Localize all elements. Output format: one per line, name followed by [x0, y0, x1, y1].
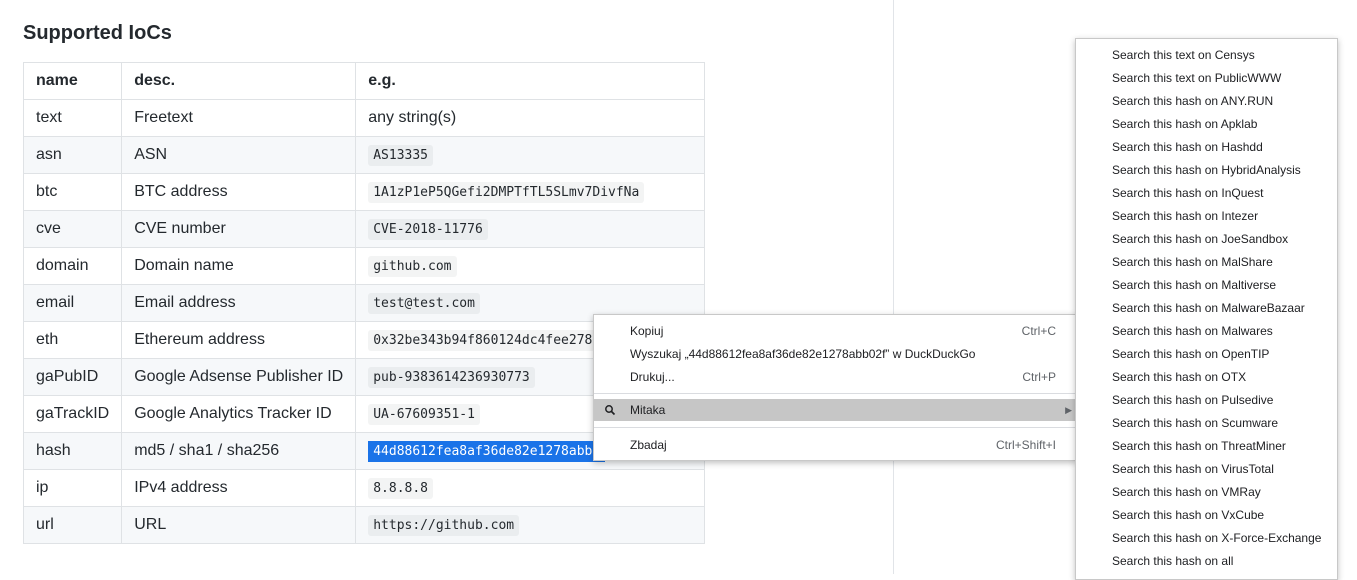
example-code: CVE-2018-11776: [368, 219, 488, 240]
submenu-item[interactable]: Search this hash on VMRay: [1076, 481, 1337, 504]
example-code: 1A1zP1eP5QGefi2DMPTfTL5SLmv7DivfNa: [368, 182, 645, 203]
ioc-name-cell: cve: [22, 210, 123, 248]
context-item-inspect-shortcut: Ctrl+Shift+I: [995, 438, 1056, 452]
submenu-item[interactable]: Search this hash on Apklab: [1076, 113, 1337, 136]
ioc-example-cell: any string(s): [355, 99, 705, 137]
submenu-item[interactable]: Search this hash on HybridAnalysis: [1076, 159, 1337, 182]
context-menu: Kopiuj Ctrl+C Wyszukaj „44d88612fea8af36…: [593, 314, 1077, 461]
table-row: ip IPv4 address 8.8.8.8: [22, 469, 705, 507]
example-code: 0x32be343b94f860124dc4fee278fd: [368, 330, 614, 351]
context-item-inspect-label: Zbadaj: [630, 438, 667, 452]
section-title: Supported IoCs: [23, 22, 172, 44]
context-item-print-shortcut: Ctrl+P: [1022, 370, 1056, 384]
ioc-name-cell: ip: [22, 469, 123, 507]
table-row: asn ASN AS13335: [22, 136, 705, 174]
page-divider: [893, 0, 894, 574]
ioc-desc-cell: Email address: [121, 284, 357, 322]
ioc-example-cell: AS13335: [355, 136, 705, 174]
context-item-search[interactable]: Wyszukaj „44d88612fea8af36de82e1278abb02…: [594, 343, 1076, 365]
ioc-desc-cell: BTC address: [121, 173, 357, 211]
search-icon: [604, 399, 616, 428]
table-header-row: name desc. e.g.: [22, 62, 705, 100]
example-code: https://github.com: [368, 515, 520, 536]
ioc-desc-cell: URL: [121, 506, 357, 544]
ioc-name-cell: hash: [22, 432, 123, 470]
submenu-item[interactable]: Search this text on PublicWWW: [1076, 67, 1337, 90]
example-code: pub-9383614236930773: [368, 367, 535, 388]
context-item-inspect[interactable]: Zbadaj Ctrl+Shift+I: [594, 434, 1076, 456]
context-item-print[interactable]: Drukuj... Ctrl+P: [594, 366, 1076, 388]
ioc-name-cell: gaPubID: [22, 358, 123, 396]
ioc-name-cell: btc: [22, 173, 123, 211]
ioc-desc-cell: md5 / sha1 / sha256: [121, 432, 357, 470]
context-item-copy-label: Kopiuj: [630, 324, 664, 338]
submenu-item[interactable]: Search this hash on VxCube: [1076, 504, 1337, 527]
ioc-table: name desc. e.g. text Freetext any string(s…: [22, 62, 705, 544]
submenu-item[interactable]: Search this hash on all: [1076, 550, 1337, 573]
submenu-item[interactable]: Search this hash on Hashdd: [1076, 136, 1337, 159]
table-row: btc BTC address 1A1zP1eP5QGefi2DMPTfTL5SLm…: [22, 173, 705, 211]
ioc-desc-cell: CVE number: [121, 210, 357, 248]
submenu-item[interactable]: Search this hash on InQuest: [1076, 182, 1337, 205]
submenu-item[interactable]: Search this hash on OTX: [1076, 366, 1337, 389]
example-code: github.com: [368, 256, 457, 277]
submenu-item[interactable]: Search this hash on VirusTotal: [1076, 458, 1337, 481]
submenu-item[interactable]: Search this hash on JoeSandbox: [1076, 228, 1337, 251]
submenu-item[interactable]: Search this hash on X-Force-Exchange: [1076, 527, 1337, 550]
ioc-desc-cell: Google Analytics Tracker ID: [121, 395, 357, 433]
submenu-item[interactable]: Search this hash on Scumware: [1076, 412, 1337, 435]
ioc-name-cell: text: [22, 99, 123, 137]
context-separator: [594, 427, 1076, 428]
ioc-desc-cell: Google Adsense Publisher ID: [121, 358, 357, 396]
ioc-name-cell: email: [22, 284, 123, 322]
column-header-name: name: [22, 62, 123, 100]
submenu-item[interactable]: Search this hash on Malwares: [1076, 320, 1337, 343]
context-item-copy-shortcut: Ctrl+C: [1021, 324, 1056, 338]
table-row: domain Domain name github.com: [22, 247, 705, 285]
submenu-item[interactable]: Search this hash on OpenTIP: [1076, 343, 1337, 366]
ioc-name-cell: asn: [22, 136, 123, 174]
ioc-desc-cell: ASN: [121, 136, 357, 174]
example-code: AS13335: [368, 145, 434, 166]
ioc-name-cell: url: [22, 506, 123, 544]
context-item-print-label: Drukuj...: [630, 370, 675, 384]
submenu-item[interactable]: Search this hash on MalShare: [1076, 251, 1337, 274]
ioc-example-cell: 8.8.8.8: [355, 469, 705, 507]
submenu-item[interactable]: Search this hash on Pulsedive: [1076, 389, 1337, 412]
example-code: test@test.com: [368, 293, 480, 314]
example-code: UA-67609351-1: [368, 404, 480, 425]
context-item-mitaka-label: Mitaka: [630, 403, 666, 417]
ioc-example-cell: CVE-2018-11776: [355, 210, 705, 248]
mitaka-submenu: Search this text on Censys Search this te…: [1075, 38, 1338, 580]
ioc-name-cell: domain: [22, 247, 123, 285]
context-item-copy[interactable]: Kopiuj Ctrl+C: [594, 320, 1076, 342]
ioc-name-cell: eth: [22, 321, 123, 359]
context-item-mitaka[interactable]: Mitaka ▶: [594, 399, 1076, 421]
ioc-desc-cell: Freetext: [121, 99, 357, 137]
submenu-item[interactable]: Search this hash on Intezer: [1076, 205, 1337, 228]
ioc-desc-cell: Domain name: [121, 247, 357, 285]
example-code: 8.8.8.8: [368, 478, 434, 499]
context-separator: [594, 393, 1076, 394]
ioc-name-cell: gaTrackID: [22, 395, 123, 433]
column-header-desc: desc.: [121, 62, 357, 100]
submenu-item[interactable]: Search this hash on ThreatMiner: [1076, 435, 1337, 458]
ioc-example-cell: 1A1zP1eP5QGefi2DMPTfTL5SLmv7DivfNa: [355, 173, 705, 211]
chevron-right-icon: ▶: [1065, 405, 1072, 415]
context-item-search-label: Wyszukaj „44d88612fea8af36de82e1278abb02…: [630, 347, 976, 361]
ioc-example-cell: github.com: [355, 247, 705, 285]
table-row: text Freetext any string(s): [22, 99, 705, 137]
ioc-desc-cell: IPv4 address: [121, 469, 357, 507]
table-row: url URL https://github.com: [22, 506, 705, 544]
ioc-desc-cell: Ethereum address: [121, 321, 357, 359]
submenu-item[interactable]: Search this text on Censys: [1076, 44, 1337, 67]
table-row: cve CVE number CVE-2018-11776: [22, 210, 705, 248]
selected-example-code: 44d88612fea8af36de82e1278abb0: [368, 441, 606, 462]
submenu-item[interactable]: Search this hash on MalwareBazaar: [1076, 297, 1337, 320]
submenu-item[interactable]: Search this hash on Maltiverse: [1076, 274, 1337, 297]
submenu-item[interactable]: Search this hash on ANY.RUN: [1076, 90, 1337, 113]
ioc-example-cell: https://github.com: [355, 506, 705, 544]
column-header-example: e.g.: [355, 62, 705, 100]
